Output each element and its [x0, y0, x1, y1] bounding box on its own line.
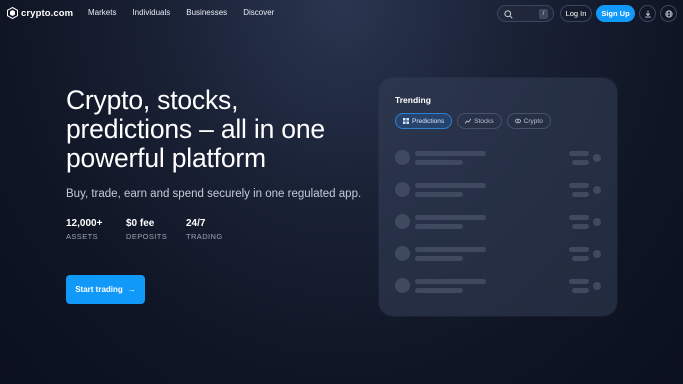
nav-link-markets[interactable]: Markets [88, 8, 116, 17]
stat-value: 24/7 [186, 218, 206, 229]
arrow-right-icon: → [127, 285, 136, 294]
stat-trading: 24/7 TRADING [186, 218, 246, 241]
globe-icon [664, 9, 673, 18]
skeleton-line [569, 215, 589, 220]
trending-card: Trending Predictions Stocks Crypto [379, 78, 617, 316]
tab-label: Crypto [523, 117, 543, 125]
hero-title: Crypto, stocks, predictions – all in one… [66, 85, 325, 173]
stat-value: $0 fee [126, 218, 155, 229]
list-item-placeholder [395, 244, 601, 264]
grid-icon [403, 118, 409, 124]
skeleton-avatar [395, 246, 410, 261]
tab-crypto[interactable]: Crypto [506, 113, 551, 129]
skeleton-line [569, 279, 589, 284]
download-icon [644, 10, 651, 17]
search-shortcut-key: / [539, 9, 548, 19]
list-item-placeholder [395, 212, 601, 232]
skeleton-dot [593, 154, 601, 162]
top-navigation: crypto.com Markets Individuals Businesse… [0, 0, 683, 27]
language-button[interactable] [660, 5, 677, 22]
list-item-placeholder [395, 276, 601, 296]
skeleton-dot [593, 250, 601, 258]
stat-assets: 12,000+ ASSETS [66, 218, 126, 241]
skeleton-line [415, 247, 486, 252]
signup-button[interactable]: Sign Up [596, 5, 635, 22]
skeleton-line [569, 247, 589, 252]
skeleton-avatar [395, 150, 410, 165]
skeleton-avatar [395, 278, 410, 293]
hero-subtitle: Buy, trade, earn and spend securely in o… [66, 188, 362, 200]
skeleton-line [415, 215, 486, 220]
stats-row: 12,000+ ASSETS $0 fee DEPOSITS 24/7 TRAD… [66, 218, 246, 241]
cta-label: Start trading [75, 285, 123, 294]
skeleton-line [569, 183, 589, 188]
coin-icon [514, 118, 521, 124]
skeleton-line [569, 151, 589, 156]
search-input[interactable]: / [497, 5, 554, 22]
skeleton-line [415, 160, 463, 165]
skeleton-line [415, 224, 463, 229]
nav-link-discover[interactable]: Discover [243, 8, 274, 17]
nav-link-individuals[interactable]: Individuals [132, 8, 170, 17]
skeleton-avatar [395, 182, 410, 197]
skeleton-line [415, 279, 486, 284]
skeleton-line [572, 224, 589, 229]
nav-link-businesses[interactable]: Businesses [186, 8, 227, 17]
list-item-placeholder [395, 180, 601, 200]
tab-stocks[interactable]: Stocks [457, 113, 502, 129]
skeleton-dot [593, 282, 601, 290]
skeleton-line [415, 256, 463, 261]
skeleton-avatar [395, 214, 410, 229]
download-button[interactable] [639, 5, 656, 22]
skeleton-line [415, 151, 486, 156]
chart-icon [465, 118, 472, 124]
brand-name: crypto.com [21, 7, 74, 19]
nav-links: Markets Individuals Businesses Discover [88, 8, 274, 17]
tab-label: Predictions [412, 117, 445, 125]
logo-icon [7, 7, 18, 19]
stat-label: ASSETS [66, 232, 98, 241]
skeleton-line [415, 192, 463, 197]
start-trading-button[interactable]: Start trading → [66, 275, 145, 304]
skeleton-dot [593, 218, 601, 226]
list-item-placeholder [395, 148, 601, 168]
skeleton-dot [593, 186, 601, 194]
skeleton-line [415, 183, 486, 188]
stat-value: 12,000+ [66, 218, 103, 229]
stat-label: TRADING [186, 232, 223, 241]
stat-label: DEPOSITS [126, 232, 168, 241]
search-icon [504, 9, 513, 19]
tab-label: Stocks [474, 117, 494, 125]
skeleton-line [572, 192, 589, 197]
brand-logo[interactable]: crypto.com [7, 7, 73, 19]
skeleton-line [572, 256, 589, 261]
skeleton-line [415, 288, 463, 293]
login-button[interactable]: Log In [560, 5, 592, 22]
skeleton-line [572, 288, 589, 293]
trending-tabs: Predictions Stocks Crypto [395, 113, 551, 129]
tab-predictions[interactable]: Predictions [395, 113, 453, 129]
skeleton-line [572, 160, 589, 165]
trending-title: Trending [395, 95, 431, 105]
stat-deposits: $0 fee DEPOSITS [126, 218, 186, 241]
